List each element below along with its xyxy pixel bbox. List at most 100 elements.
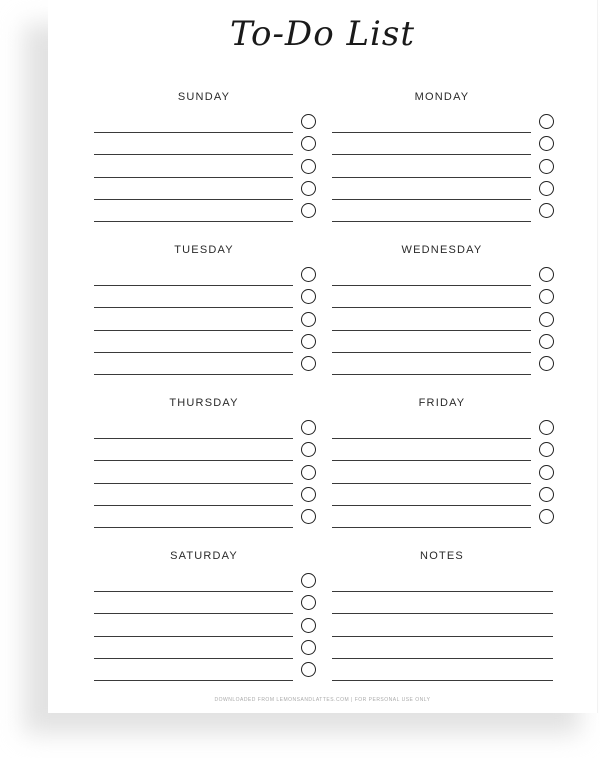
checkbox-circle-icon[interactable] — [301, 289, 316, 305]
checkbox-circle-icon[interactable] — [301, 595, 316, 611]
planner-page: To-Do List SUNDAY MONDAY TUESDAY WEDNESDAY T… — [48, 0, 598, 713]
task-row[interactable] — [94, 353, 316, 376]
task-line[interactable] — [332, 374, 531, 376]
checkbox-circle-icon[interactable] — [301, 114, 316, 129]
checkbox-circle-icon[interactable] — [301, 267, 316, 282]
note-line[interactable] — [332, 680, 553, 682]
checkbox-circle-icon[interactable] — [301, 509, 316, 525]
section-wednesday: WEDNESDAY — [332, 244, 562, 376]
task-row[interactable] — [332, 133, 554, 156]
checkbox-circle-icon[interactable] — [539, 311, 554, 327]
note-row[interactable] — [332, 615, 554, 637]
task-row[interactable] — [332, 484, 554, 506]
checkbox-circle-icon[interactable] — [539, 289, 554, 305]
checkbox-circle-icon[interactable] — [301, 136, 316, 152]
task-row[interactable] — [332, 417, 554, 439]
section-monday: MONDAY — [332, 91, 562, 223]
task-row[interactable] — [94, 264, 316, 286]
task-row[interactable] — [94, 570, 316, 592]
task-row[interactable] — [332, 156, 554, 178]
section-notes: NOTES — [332, 550, 562, 682]
section-title: FRIDAY — [418, 397, 466, 409]
note-row[interactable] — [332, 637, 554, 659]
section-saturday: SATURDAY — [94, 550, 324, 682]
checkbox-circle-icon[interactable] — [301, 333, 316, 349]
checkbox-circle-icon[interactable] — [301, 662, 316, 678]
section-title: SUNDAY — [177, 91, 231, 103]
checkbox-circle-icon[interactable] — [539, 420, 554, 435]
task-row[interactable] — [332, 264, 554, 286]
checkbox-circle-icon[interactable] — [539, 267, 554, 282]
note-row[interactable] — [332, 570, 554, 592]
note-row[interactable] — [332, 659, 554, 682]
note-row[interactable] — [332, 592, 554, 615]
task-line[interactable] — [332, 221, 531, 223]
section-title: THURSDAY — [169, 397, 239, 409]
task-row[interactable] — [332, 309, 554, 331]
page-title: To-Do List — [229, 14, 416, 54]
section-title: TUESDAY — [174, 244, 234, 256]
task-line[interactable] — [94, 680, 293, 682]
checkbox-circle-icon[interactable] — [301, 420, 316, 435]
task-row[interactable] — [94, 309, 316, 331]
checkbox-circle-icon[interactable] — [301, 464, 316, 480]
checkbox-circle-icon[interactable] — [301, 573, 316, 588]
task-row[interactable] — [94, 462, 316, 484]
task-row[interactable] — [332, 353, 554, 376]
task-row[interactable] — [94, 506, 316, 529]
task-line[interactable] — [94, 527, 293, 529]
task-row[interactable] — [332, 331, 554, 353]
section-friday: FRIDAY — [332, 397, 562, 529]
checkbox-circle-icon[interactable] — [539, 442, 554, 458]
task-row[interactable] — [94, 615, 316, 637]
checkbox-circle-icon[interactable] — [539, 114, 554, 129]
checkbox-circle-icon[interactable] — [539, 158, 554, 174]
task-row[interactable] — [94, 592, 316, 615]
task-row[interactable] — [94, 156, 316, 178]
checkbox-circle-icon[interactable] — [539, 509, 554, 525]
checkbox-circle-icon[interactable] — [301, 356, 316, 372]
checkbox-circle-icon[interactable] — [301, 311, 316, 327]
checkbox-circle-icon[interactable] — [539, 464, 554, 480]
checkbox-circle-icon[interactable] — [539, 486, 554, 502]
task-row[interactable] — [94, 286, 316, 309]
checkbox-circle-icon[interactable] — [301, 617, 316, 633]
task-line[interactable] — [94, 221, 293, 223]
task-row[interactable] — [332, 506, 554, 529]
task-row[interactable] — [332, 111, 554, 133]
checkbox-circle-icon[interactable] — [539, 333, 554, 349]
task-line[interactable] — [94, 374, 293, 376]
footer-credit: DOWNLOADED FROM LEMONSANDLATTES.COM | FO… — [214, 697, 431, 703]
checkbox-circle-icon[interactable] — [539, 180, 554, 196]
checkbox-circle-icon[interactable] — [301, 158, 316, 174]
checkbox-circle-icon[interactable] — [301, 486, 316, 502]
checkbox-circle-icon[interactable] — [301, 203, 316, 219]
task-row[interactable] — [94, 111, 316, 133]
task-row[interactable] — [94, 637, 316, 659]
section-title: SATURDAY — [170, 550, 238, 562]
task-row[interactable] — [94, 484, 316, 506]
section-tuesday: TUESDAY — [94, 244, 324, 376]
task-row[interactable] — [332, 200, 554, 223]
task-row[interactable] — [94, 439, 316, 462]
task-row[interactable] — [94, 417, 316, 439]
task-row[interactable] — [94, 200, 316, 223]
task-row[interactable] — [332, 439, 554, 462]
task-line[interactable] — [332, 527, 531, 529]
task-row[interactable] — [332, 462, 554, 484]
task-row[interactable] — [94, 659, 316, 682]
checkbox-circle-icon[interactable] — [301, 442, 316, 458]
checkbox-circle-icon[interactable] — [539, 136, 554, 152]
task-row[interactable] — [94, 178, 316, 200]
task-row[interactable] — [332, 286, 554, 309]
task-row[interactable] — [94, 331, 316, 353]
checkbox-circle-icon[interactable] — [539, 356, 554, 372]
section-sunday: SUNDAY — [94, 91, 324, 223]
section-title: NOTES — [420, 550, 464, 562]
section-thursday: THURSDAY — [94, 397, 324, 529]
checkbox-circle-icon[interactable] — [301, 180, 316, 196]
checkbox-circle-icon[interactable] — [539, 203, 554, 219]
task-row[interactable] — [94, 133, 316, 156]
checkbox-circle-icon[interactable] — [301, 639, 316, 655]
task-row[interactable] — [332, 178, 554, 200]
